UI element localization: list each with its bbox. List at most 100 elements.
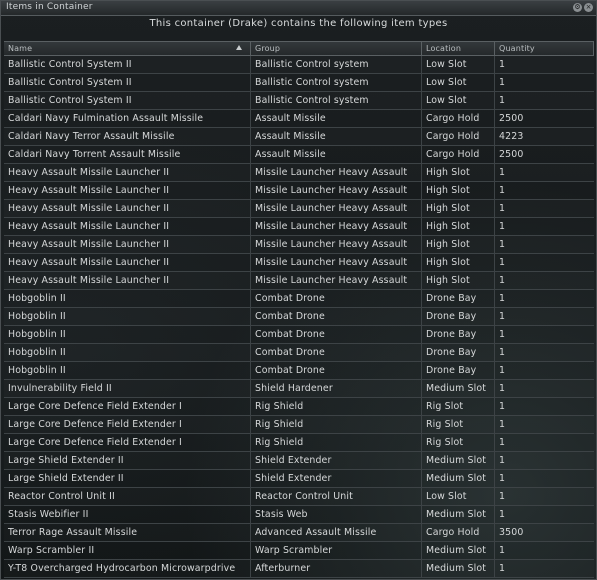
item-name-cell: Caldari Navy Torrent Assault Missile [4, 146, 251, 163]
table-row[interactable]: Hobgoblin II Combat Drone Drone Bay 1 [4, 362, 594, 380]
item-group-cell: Shield Extender [251, 470, 422, 487]
close-icon[interactable]: × [584, 3, 593, 12]
title-bar[interactable]: Items in Container ⚙ × [1, 1, 596, 16]
item-name-cell: Large Core Defence Field Extender I [4, 416, 251, 433]
item-quantity-cell: 1 [499, 347, 506, 358]
table-row[interactable]: Invulnerability Field II Shield Hardener M… [4, 380, 594, 398]
column-header-location[interactable]: Location [422, 42, 495, 55]
item-location-cell: High Slot [422, 236, 495, 253]
item-group-cell: Afterburner [251, 560, 422, 577]
table-row[interactable]: Heavy Assault Missile Launcher II Missile… [4, 218, 594, 236]
item-location-cell: Drone Bay [422, 344, 495, 361]
container-description: This container (Drake) contains the foll… [149, 18, 448, 29]
table-row[interactable]: Heavy Assault Missile Launcher II Missile… [4, 272, 594, 290]
table-row[interactable]: Reactor Control Unit II Reactor Control U… [4, 488, 594, 506]
items-table: Name Group Location Quantity Ballistic C… [4, 41, 594, 578]
item-location-cell: Rig Slot [422, 416, 495, 433]
item-location-cell: Cargo Hold [422, 146, 495, 163]
item-name-cell: Heavy Assault Missile Launcher II [4, 272, 251, 289]
item-quantity-cell: 1 [499, 95, 506, 106]
item-name-cell: Heavy Assault Missile Launcher II [4, 254, 251, 271]
table-row[interactable]: Stasis Webifier II Stasis Web Medium Slot 1 [4, 506, 594, 524]
item-quantity-cell: 1 [499, 455, 506, 466]
item-group-cell: Missile Launcher Heavy Assault [251, 272, 422, 289]
item-name-cell: Caldari Navy Terror Assault Missile [4, 128, 251, 145]
table-row[interactable]: Hobgoblin II Combat Drone Drone Bay 1 [4, 344, 594, 362]
item-quantity-cell: 1 [499, 239, 506, 250]
table-row[interactable]: Y-T8 Overcharged Hydrocarbon Microwarpdr… [4, 560, 594, 578]
item-name-cell: Ballistic Control System II [4, 92, 251, 109]
table-row[interactable]: Heavy Assault Missile Launcher II Missile… [4, 236, 594, 254]
column-header-quantity[interactable]: Quantity [495, 42, 594, 55]
item-location-cell: Medium Slot [422, 506, 495, 523]
item-group-cell: Assault Missile [251, 128, 422, 145]
item-location-cell: Medium Slot [422, 452, 495, 469]
table-row[interactable]: Warp Scrambler II Warp Scrambler Medium Sl… [4, 542, 594, 560]
table-row[interactable]: Heavy Assault Missile Launcher II Missile… [4, 182, 594, 200]
item-group-cell: Shield Extender [251, 452, 422, 469]
table-row[interactable]: Large Core Defence Field Extender I Rig S… [4, 434, 594, 452]
item-name-cell: Heavy Assault Missile Launcher II [4, 164, 251, 181]
table-row[interactable]: Large Core Defence Field Extender I Rig S… [4, 416, 594, 434]
table-row[interactable]: Large Core Defence Field Extender I Rig S… [4, 398, 594, 416]
column-header-quantity-label: Quantity [499, 44, 535, 53]
item-name-cell: Hobgoblin II [4, 344, 251, 361]
item-group-cell: Rig Shield [251, 398, 422, 415]
settings-icon[interactable]: ⚙ [573, 3, 582, 12]
item-location-cell: Cargo Hold [422, 128, 495, 145]
item-group-cell: Stasis Web [251, 506, 422, 523]
item-location-cell: Drone Bay [422, 308, 495, 325]
item-location-cell: High Slot [422, 218, 495, 235]
table-row[interactable]: Ballistic Control System II Ballistic Con… [4, 92, 594, 110]
item-location-cell: Drone Bay [422, 290, 495, 307]
table-row[interactable]: Ballistic Control System II Ballistic Con… [4, 56, 594, 74]
item-group-cell: Combat Drone [251, 326, 422, 343]
item-quantity-cell: 2500 [499, 113, 524, 124]
item-location-cell: Drone Bay [422, 326, 495, 343]
item-quantity-cell: 1 [499, 401, 506, 412]
item-quantity-cell: 1 [499, 491, 506, 502]
item-quantity-cell: 1 [499, 545, 506, 556]
item-name-cell: Large Core Defence Field Extender I [4, 434, 251, 451]
item-name-cell: Ballistic Control System II [4, 56, 251, 73]
table-row[interactable]: Heavy Assault Missile Launcher II Missile… [4, 164, 594, 182]
item-quantity-cell: 1 [499, 383, 506, 394]
table-row[interactable]: Large Shield Extender II Shield Extender M… [4, 470, 594, 488]
item-quantity-cell: 1 [499, 203, 506, 214]
item-group-cell: Shield Hardener [251, 380, 422, 397]
item-quantity-cell: 3500 [499, 527, 524, 538]
item-location-cell: Medium Slot [422, 380, 495, 397]
item-name-cell: Ballistic Control System II [4, 74, 251, 91]
table-row[interactable]: Hobgoblin II Combat Drone Drone Bay 1 [4, 308, 594, 326]
column-header-name[interactable]: Name [4, 42, 251, 55]
table-row[interactable]: Hobgoblin II Combat Drone Drone Bay 1 [4, 326, 594, 344]
item-name-cell: Heavy Assault Missile Launcher II [4, 218, 251, 235]
table-body: Ballistic Control System II Ballistic Con… [4, 56, 594, 578]
item-location-cell: Medium Slot [422, 560, 495, 577]
window-title: Items in Container [6, 2, 93, 12]
item-name-cell: Y-T8 Overcharged Hydrocarbon Microwarpdr… [4, 560, 251, 577]
item-location-cell: Cargo Hold [422, 110, 495, 127]
item-quantity-cell: 1 [499, 293, 506, 304]
table-row[interactable]: Heavy Assault Missile Launcher II Missile… [4, 200, 594, 218]
column-header-location-label: Location [426, 44, 462, 53]
table-row[interactable]: Heavy Assault Missile Launcher II Missile… [4, 254, 594, 272]
item-quantity-cell: 1 [499, 257, 506, 268]
item-location-cell: Cargo Hold [422, 524, 495, 541]
column-header-group[interactable]: Group [251, 42, 422, 55]
item-name-cell: Caldari Navy Fulmination Assault Missile [4, 110, 251, 127]
item-name-cell: Warp Scrambler II [4, 542, 251, 559]
item-quantity-cell: 1 [499, 59, 506, 70]
item-group-cell: Rig Shield [251, 416, 422, 433]
table-row[interactable]: Terror Rage Assault Missile Advanced Assa… [4, 524, 594, 542]
table-header: Name Group Location Quantity [4, 42, 594, 56]
table-row[interactable]: Hobgoblin II Combat Drone Drone Bay 1 [4, 290, 594, 308]
table-row[interactable]: Ballistic Control System II Ballistic Con… [4, 74, 594, 92]
item-group-cell: Combat Drone [251, 344, 422, 361]
table-row[interactable]: Large Shield Extender II Shield Extender M… [4, 452, 594, 470]
table-row[interactable]: Caldari Navy Torrent Assault Missile Assa… [4, 146, 594, 164]
table-row[interactable]: Caldari Navy Terror Assault Missile Assau… [4, 128, 594, 146]
item-quantity-cell: 1 [499, 473, 506, 484]
table-row[interactable]: Caldari Navy Fulmination Assault Missile… [4, 110, 594, 128]
item-group-cell: Assault Missile [251, 110, 422, 127]
